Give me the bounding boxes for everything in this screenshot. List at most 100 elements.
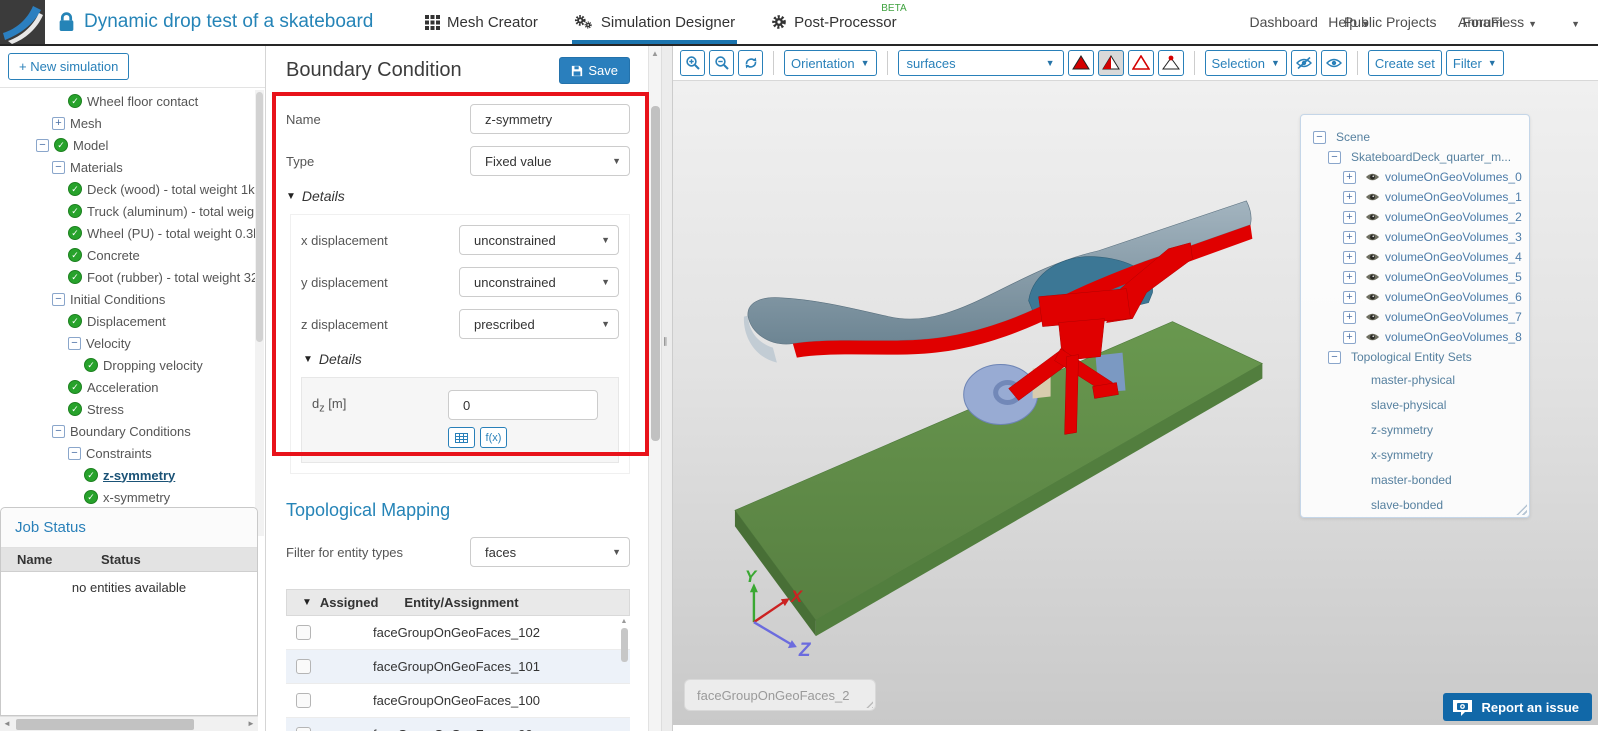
volume-item[interactable]: + volumeOnGeoVolumes_3 <box>1301 227 1529 247</box>
eye-icon[interactable] <box>1365 311 1380 323</box>
tree-expander-icon[interactable]: + <box>1343 290 1356 304</box>
eye-icon[interactable] <box>1365 271 1380 283</box>
tree-item[interactable]: ✓ Constraints <box>0 442 255 464</box>
tree-expander-icon[interactable] <box>68 336 81 350</box>
tree-item[interactable]: ✓ Foot (rubber) - total weight 32.5k <box>0 266 255 288</box>
tree-expander-icon[interactable]: + <box>1343 170 1356 184</box>
entity-set-item[interactable]: x-symmetry <box>1301 442 1529 467</box>
assign-checkbox[interactable] <box>296 659 311 674</box>
sidebar-horizontal-scrollbar[interactable]: ◄ ► <box>0 716 258 731</box>
volume-item[interactable]: + volumeOnGeoVolumes_1 <box>1301 187 1529 207</box>
volume-item[interactable]: + volumeOnGeoVolumes_7 <box>1301 307 1529 327</box>
tree-item[interactable]: ✓ z-symmetry <box>0 464 255 486</box>
filter-button[interactable]: Filter ▼ <box>1445 50 1504 76</box>
scroll-left-icon[interactable]: ◄ <box>0 717 14 731</box>
help-menu[interactable]: Help ▼ <box>1328 14 1370 30</box>
tree-expander-icon[interactable]: + <box>1343 250 1356 264</box>
tree-item[interactable]: ✓ Wheel floor contact <box>0 90 255 112</box>
tree-expander-icon[interactable] <box>36 138 49 152</box>
face-group-row[interactable]: faceGroupOnGeoFaces_100 <box>286 684 630 718</box>
inner-details-toggle[interactable]: ▼ Details <box>303 351 629 367</box>
orientation-button[interactable]: Orientation ▼ <box>784 50 877 76</box>
tab-post-processor[interactable]: Post-Processor BETA <box>771 0 907 44</box>
volume-item[interactable]: + volumeOnGeoVolumes_0 <box>1301 167 1529 187</box>
details-toggle[interactable]: ▼ Details <box>286 188 630 204</box>
volume-item[interactable]: + volumeOnGeoVolumes_5 <box>1301 267 1529 287</box>
tree-item[interactable]: ✓ Stress <box>0 398 255 420</box>
displacement-select[interactable]: prescribed ▼ <box>459 309 619 339</box>
zoom-out-button[interactable] <box>709 50 734 76</box>
dz-input[interactable] <box>448 390 598 420</box>
tree-item[interactable]: ✓ Velocity <box>0 332 255 354</box>
user-menu[interactable]: AnnaFless ▼ <box>1458 14 1537 30</box>
eye-icon[interactable] <box>1365 171 1380 183</box>
panel-resize-divider[interactable]: ∥ <box>661 46 672 731</box>
tree-expander-icon[interactable]: − <box>1328 150 1341 164</box>
tree-expander-icon[interactable]: + <box>1343 270 1356 284</box>
tree-item[interactable]: ✓ Model <box>0 134 255 156</box>
refresh-view-button[interactable] <box>738 50 763 76</box>
scene-root-item[interactable]: − Scene <box>1301 127 1529 147</box>
displacement-select[interactable]: unconstrained ▼ <box>459 267 619 297</box>
tree-item[interactable]: ✓ Dropping velocity <box>0 354 255 376</box>
panel-scrollbar[interactable]: ▲ <box>648 46 661 731</box>
selection-button[interactable]: Selection ▼ <box>1204 50 1287 76</box>
report-issue-button[interactable]: Report an issue <box>1443 693 1592 721</box>
assignment-scrollbar[interactable]: ▲ <box>619 618 629 718</box>
table-input-button[interactable] <box>448 427 475 448</box>
eye-icon[interactable] <box>1365 291 1380 303</box>
face-group-row[interactable]: faceGroupOnGeoFaces_99 <box>286 718 630 731</box>
volume-item[interactable]: + volumeOnGeoVolumes_2 <box>1301 207 1529 227</box>
tree-expander-icon[interactable] <box>52 160 65 174</box>
face-group-row[interactable]: faceGroupOnGeoFaces_101 <box>286 650 630 684</box>
entity-set-item[interactable]: slave-physical <box>1301 392 1529 417</box>
volume-item[interactable]: + volumeOnGeoVolumes_6 <box>1301 287 1529 307</box>
tree-item[interactable]: ✓ Materials <box>0 156 255 178</box>
tree-expander-icon[interactable]: + <box>1343 330 1356 344</box>
hide-selected-button[interactable] <box>1290 50 1317 76</box>
eye-icon[interactable] <box>1365 331 1380 343</box>
select-nodes-button[interactable] <box>1157 50 1184 76</box>
assign-checkbox[interactable] <box>296 625 311 640</box>
tree-expander-icon[interactable] <box>52 292 65 306</box>
tree-expander-icon[interactable]: − <box>1328 350 1341 364</box>
formula-button[interactable]: f(x) <box>480 427 507 448</box>
entity-set-item[interactable]: master-physical <box>1301 367 1529 392</box>
viewport-canvas[interactable]: Y X Z − Scene − SkateboardDeck_quarter_m… <box>673 80 1598 725</box>
eye-icon[interactable] <box>1365 191 1380 203</box>
skateboard-deck[interactable] <box>747 200 1252 345</box>
scene-model-item[interactable]: − SkateboardDeck_quarter_m... <box>1301 147 1529 167</box>
volume-item[interactable]: + volumeOnGeoVolumes_4 <box>1301 247 1529 267</box>
new-simulation-button[interactable]: + New simulation <box>8 53 130 80</box>
triangle-down-icon[interactable]: ▼ <box>302 597 312 608</box>
tree-item[interactable]: ✓ Displacement <box>0 310 255 332</box>
scene-tree-panel[interactable]: − Scene − SkateboardDeck_quarter_m... + … <box>1300 114 1530 518</box>
tree-item[interactable]: ✓ Deck (wood) - total weight 1kg <box>0 178 255 200</box>
tree-item[interactable]: ✓ Initial Conditions <box>0 288 255 310</box>
tree-item[interactable]: ✓ x-symmetry <box>0 486 255 508</box>
tree-expander-icon[interactable]: + <box>1343 310 1356 324</box>
create-set-button[interactable]: Create set <box>1367 50 1442 76</box>
tab-simulation-designer[interactable]: Simulation Designer <box>571 0 738 44</box>
zoom-in-button[interactable] <box>680 50 705 76</box>
entity-set-item[interactable]: master-bonded <box>1301 467 1529 492</box>
displacement-select[interactable]: unconstrained ▼ <box>459 225 619 255</box>
tree-item[interactable]: ✓ Wheel (PU) - total weight 0.3kg <box>0 222 255 244</box>
more-menu[interactable]: ▼ <box>1567 14 1580 30</box>
app-logo[interactable] <box>0 0 45 44</box>
type-select[interactable]: Fixed value ▼ <box>470 146 630 176</box>
scroll-right-icon[interactable]: ► <box>244 717 258 731</box>
tree-expander-icon[interactable] <box>52 424 65 438</box>
tree-item[interactable]: ✓ Mesh <box>0 112 255 134</box>
tab-mesh-creator[interactable]: Mesh Creator <box>425 0 538 44</box>
volume-item[interactable]: + volumeOnGeoVolumes_8 <box>1301 327 1529 347</box>
entity-set-item[interactable]: slave-bonded <box>1301 492 1529 517</box>
scrollbar-thumb[interactable] <box>16 719 194 730</box>
entity-filter-select[interactable]: faces ▼ <box>470 537 630 567</box>
tree-item[interactable]: ✓ Truck (aluminum) - total weight ... <box>0 200 255 222</box>
tree-expander-icon[interactable]: + <box>1343 230 1356 244</box>
tree-expander-icon[interactable] <box>68 446 81 460</box>
select-volumes-button[interactable] <box>1067 50 1094 76</box>
tree-item[interactable]: ✓ Acceleration <box>0 376 255 398</box>
eye-icon[interactable] <box>1365 251 1380 263</box>
